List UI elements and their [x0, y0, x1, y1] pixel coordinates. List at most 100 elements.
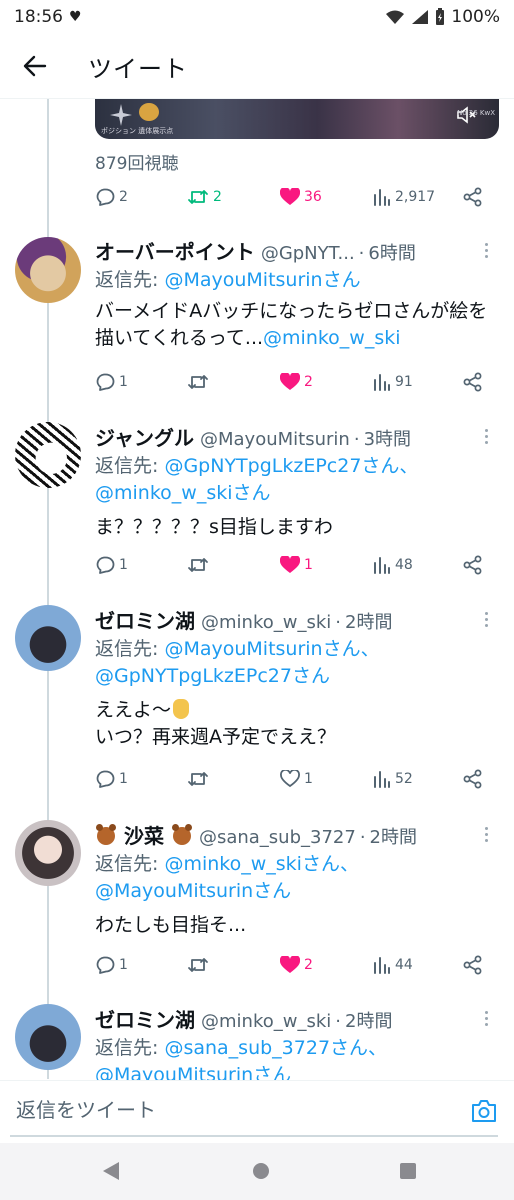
reply-mention[interactable]: @MayouMitsurinさん、 [164, 638, 379, 660]
like-button[interactable]: 1 [280, 766, 313, 792]
reply-mention-2[interactable]: @GpNYTpgLkzEPc27さん [95, 665, 330, 687]
more-options-button[interactable] [476, 607, 496, 631]
reply-mention-2[interactable]: @minko_w_skiさん [95, 482, 271, 504]
tweet-time[interactable]: 2時間 [370, 823, 417, 848]
tweet-time[interactable]: 2時間 [345, 608, 392, 633]
reply-mention-2[interactable]: @MayouMitsurinさん [95, 1064, 291, 1080]
back-button[interactable] [0, 36, 70, 96]
reply-count: 1 [119, 771, 128, 787]
tweet[interactable]: ジャングル @MayouMitsurin · 3時間 返信先: @GpNYTpg… [0, 422, 514, 582]
display-name[interactable]: ゼロミン湖 [95, 1004, 195, 1032]
views-button[interactable]: 91 [373, 369, 413, 395]
tweet-time[interactable]: 2時間 [345, 1007, 392, 1032]
like-button[interactable]: 36 [280, 184, 322, 210]
replying-to-label: 返信先: [95, 455, 165, 477]
star-icon [110, 104, 132, 126]
camera-icon[interactable] [470, 1098, 498, 1124]
reply-mention[interactable]: @minko_w_skiさん、 [164, 853, 359, 875]
user-handle[interactable]: @MayouMitsurin [200, 429, 350, 450]
user-handle[interactable]: @sana_sub_3727 [199, 827, 356, 848]
views-icon [374, 374, 390, 391]
share-icon [463, 555, 482, 575]
views-button[interactable]: 52 [373, 766, 413, 792]
share-button[interactable] [463, 766, 483, 792]
avatar[interactable] [15, 237, 81, 303]
separator-dot: · [335, 1011, 341, 1032]
tweet[interactable]: オーバーポイント @GpNYT... · 6時間 返信先: @MayouMits… [0, 236, 514, 396]
display-name[interactable]: ジャングル [95, 422, 194, 450]
reply-mention[interactable]: @sana_sub_3727さん、 [164, 1037, 387, 1059]
reply-count: 2 [119, 189, 128, 205]
user-handle[interactable]: @GpNYT... [261, 243, 355, 264]
reply-button[interactable]: 1 [95, 766, 128, 792]
retweet-button[interactable]: 2 [187, 184, 222, 210]
separator-dot: · [353, 429, 360, 450]
more-options-button[interactable] [476, 238, 496, 262]
display-name[interactable]: 沙菜 [95, 820, 193, 848]
reply-mention[interactable]: @MayouMitsurinさん [164, 269, 360, 291]
views-count: 2,917 [395, 189, 436, 205]
more-icon [484, 242, 488, 246]
retweet-button[interactable] [187, 552, 209, 578]
share-button[interactable] [463, 552, 483, 578]
tweet-time[interactable]: 3時間 [364, 425, 411, 450]
like-count: 1 [304, 771, 313, 787]
reply-icon [96, 956, 115, 974]
reply-input[interactable] [16, 1090, 446, 1130]
views-button[interactable]: 48 [373, 552, 413, 578]
status-right: 100% [385, 7, 500, 27]
tweet-mention[interactable]: @minko_w_ski [263, 327, 401, 349]
retweet-button[interactable] [187, 369, 209, 395]
display-name[interactable]: ゼロミン湖 [95, 605, 195, 633]
retweet-icon [188, 958, 208, 972]
share-icon [463, 372, 482, 392]
more-options-button[interactable] [476, 1006, 496, 1030]
tweet[interactable]: ゼロミン湖 @minko_w_ski · 2時間 返信先: @sana_sub_… [0, 1004, 514, 1080]
heart-icon [280, 373, 300, 390]
retweet-button[interactable] [187, 766, 209, 792]
avatar[interactable] [15, 820, 81, 886]
share-button[interactable] [463, 952, 483, 978]
retweet-icon [188, 558, 208, 572]
video-media[interactable]: ポジション 遺体展示点 No.26 KwX [95, 99, 499, 139]
more-icon [484, 611, 488, 615]
more-icon [484, 428, 488, 432]
like-button[interactable]: 1 [280, 552, 313, 578]
tweet-time[interactable]: 6時間 [368, 239, 415, 264]
reply-count: 1 [119, 957, 128, 973]
views-button[interactable]: 2,917 [373, 184, 435, 210]
views-button[interactable]: 44 [373, 952, 413, 978]
share-button[interactable] [463, 184, 483, 210]
like-button[interactable]: 2 [280, 369, 313, 395]
avatar[interactable] [15, 422, 81, 488]
tweet[interactable]: 沙菜 @sana_sub_3727 · 2時間 返信先: @minko_w_sk… [0, 820, 514, 980]
hand-emoji-icon [173, 699, 190, 719]
tweet-actions: 2 2 36 2,917 [95, 184, 495, 210]
user-handle[interactable]: @minko_w_ski [201, 612, 331, 633]
nav-home-icon[interactable] [251, 1161, 271, 1181]
reply-button[interactable]: 1 [95, 552, 128, 578]
reply-button[interactable]: 2 [95, 184, 128, 210]
nav-back-icon[interactable] [102, 1161, 120, 1181]
retweet-button[interactable] [187, 952, 209, 978]
user-handle[interactable]: @minko_w_ski [201, 1011, 331, 1032]
display-name[interactable]: オーバーポイント [95, 236, 255, 264]
wifi-icon [386, 10, 405, 24]
reply-mention-2[interactable]: @MayouMitsurinさん [95, 880, 291, 902]
tweet-actions: 1 2 91 [95, 369, 495, 395]
views-icon [374, 557, 390, 574]
reply-compose-bar [0, 1081, 514, 1139]
tweet-header: ゼロミン湖 @minko_w_ski · 2時間 [95, 605, 485, 633]
more-icon [484, 826, 488, 830]
tweet[interactable]: ゼロミン湖 @minko_w_ski · 2時間 返信先: @MayouMits… [0, 605, 514, 795]
more-options-button[interactable] [476, 424, 496, 448]
reply-button[interactable]: 1 [95, 369, 128, 395]
reply-mention[interactable]: @GpNYTpgLkzEPc27さん、 [164, 455, 418, 477]
avatar[interactable] [15, 605, 81, 671]
nav-recents-icon[interactable] [398, 1161, 418, 1181]
avatar[interactable] [15, 1004, 81, 1070]
like-button[interactable]: 2 [280, 952, 313, 978]
share-button[interactable] [463, 369, 483, 395]
more-options-button[interactable] [476, 822, 496, 846]
reply-button[interactable]: 1 [95, 952, 128, 978]
